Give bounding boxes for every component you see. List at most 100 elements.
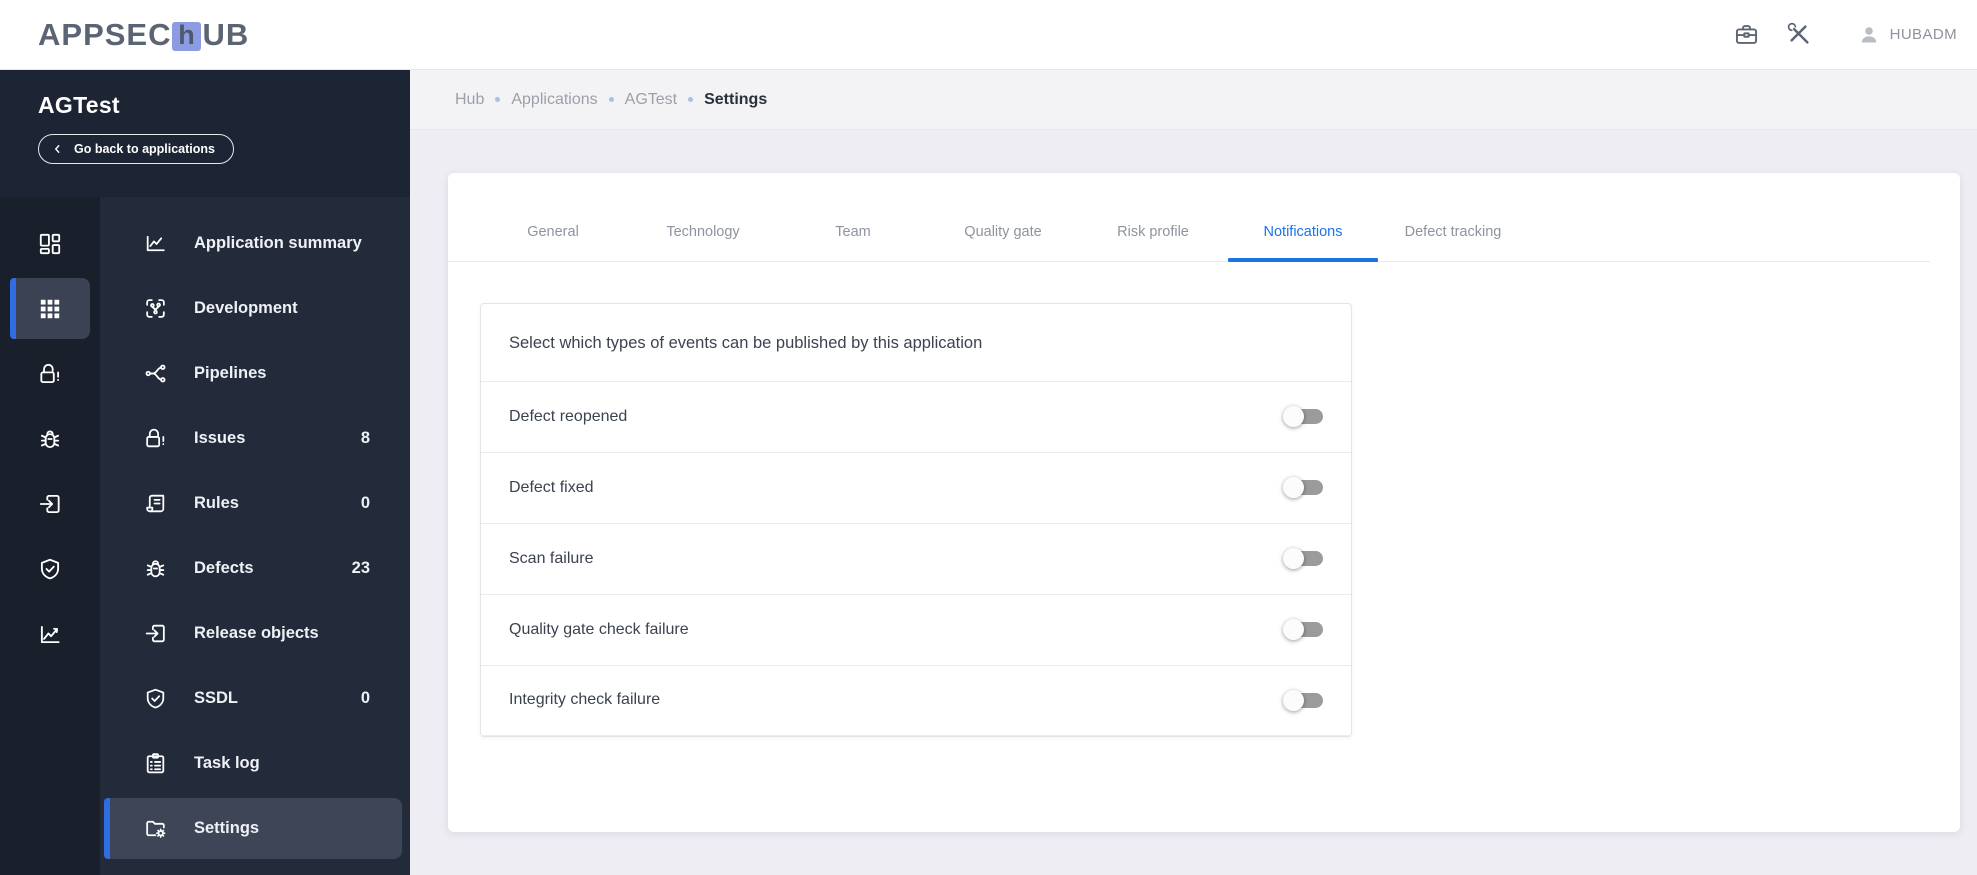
event-row-defect-fixed: Defect fixed bbox=[481, 451, 1351, 523]
sidebar-item-defects[interactable]: Defects 23 bbox=[100, 536, 410, 601]
sidebar-item-label: Issues bbox=[194, 429, 246, 447]
sidebar-item-label: Development bbox=[194, 299, 298, 317]
toggle-scan-failure[interactable] bbox=[1283, 548, 1323, 570]
sidebar-item-pipelines[interactable]: Pipelines bbox=[100, 341, 410, 406]
unlock-alert-icon bbox=[143, 426, 168, 451]
release-icon bbox=[143, 621, 168, 646]
rules-icon bbox=[143, 491, 168, 516]
go-back-button[interactable]: Go back to applications bbox=[38, 134, 234, 164]
event-label: Quality gate check failure bbox=[509, 620, 689, 638]
chart-icon bbox=[37, 621, 63, 647]
sidebar-item-application-summary[interactable]: Application summary bbox=[100, 211, 410, 276]
sidebar-body: Application summary Development Pipelines I… bbox=[0, 197, 410, 875]
user-menu[interactable]: HUBADM bbox=[1857, 23, 1957, 47]
rail-item-dashboard[interactable] bbox=[0, 211, 100, 276]
rail-item-apps-grid[interactable] bbox=[0, 276, 100, 341]
back-chevron-icon bbox=[52, 142, 64, 156]
rail-item-chart[interactable] bbox=[0, 601, 100, 666]
development-icon bbox=[143, 296, 168, 321]
event-label: Defect reopened bbox=[509, 407, 628, 425]
tab-general[interactable]: General bbox=[478, 203, 628, 261]
tab-risk-profile[interactable]: Risk profile bbox=[1078, 203, 1228, 261]
sidebar-item-issues[interactable]: Issues 8 bbox=[100, 406, 410, 471]
event-label: Defect fixed bbox=[509, 478, 594, 496]
toggle-rows: Defect reopened Defect fixed Scan failure Q… bbox=[481, 380, 1351, 736]
line-chart-icon bbox=[143, 231, 168, 256]
logo-suffix: UB bbox=[202, 16, 250, 52]
breadcrumb-item-agtest[interactable]: AGTest bbox=[625, 91, 677, 109]
sidebar-item-label: Pipelines bbox=[194, 364, 267, 382]
logo-prefix: APPSEC bbox=[38, 16, 172, 52]
breadcrumb-separator-dot bbox=[608, 97, 614, 102]
settings-panel: General Technology Team Quality gate Risk pr… bbox=[448, 173, 1960, 832]
sidebar-item-label: Application summary bbox=[194, 234, 362, 252]
sidebar-item-label: Release objects bbox=[194, 624, 319, 642]
toggle-thumb bbox=[1283, 548, 1304, 570]
sidebar-item-label: Task log bbox=[194, 754, 260, 772]
sidebar-item-badge: 8 bbox=[360, 429, 370, 447]
user-name: HUBADM bbox=[1889, 26, 1957, 43]
sidebar-item-badge: 0 bbox=[360, 494, 370, 512]
toggle-quality-gate-check-failure[interactable] bbox=[1283, 619, 1323, 641]
header-right: HUBADM bbox=[1707, 21, 1957, 48]
sidebar-item-release-objects[interactable]: Release objects bbox=[100, 601, 410, 666]
appsechub-logo: APPSEC h UB bbox=[38, 17, 249, 53]
unlock-alert-icon bbox=[37, 361, 63, 387]
toggle-defect-fixed[interactable] bbox=[1283, 477, 1323, 499]
toggle-thumb bbox=[1283, 406, 1304, 428]
breadcrumb-item-applications[interactable]: Applications bbox=[511, 91, 597, 109]
logo-h-letter: h bbox=[178, 20, 196, 51]
dashboard-icon bbox=[37, 231, 63, 257]
toggle-defect-reopened[interactable] bbox=[1283, 406, 1323, 428]
toggle-integrity-check-failure[interactable] bbox=[1283, 689, 1323, 711]
tools-icon[interactable] bbox=[1786, 21, 1813, 48]
sidebar-item-label: Rules bbox=[194, 494, 239, 512]
toggle-thumb bbox=[1283, 477, 1304, 499]
sidebar-item-label: Settings bbox=[194, 819, 260, 837]
event-row-defect-reopened: Defect reopened bbox=[481, 380, 1351, 452]
sidebar-item-rules[interactable]: Rules 0 bbox=[100, 471, 410, 536]
toggle-thumb bbox=[1283, 619, 1304, 641]
user-icon bbox=[1857, 23, 1881, 47]
event-label: Scan failure bbox=[509, 549, 594, 567]
sidebar: AGTest Go back to applications Applicati… bbox=[0, 70, 410, 875]
sidebar-header: AGTest Go back to applications bbox=[0, 70, 410, 197]
sidebar-item-label: SSDL bbox=[194, 689, 239, 707]
go-back-label: Go back to applications bbox=[74, 142, 215, 156]
icon-rail bbox=[0, 197, 100, 875]
event-row-integrity-check-failure: Integrity check failure bbox=[481, 664, 1351, 736]
sidebar-item-label: Defects bbox=[194, 559, 254, 577]
breadcrumb: Hub Applications AGTest Settings bbox=[410, 70, 1977, 130]
sidebar-menu: Application summary Development Pipelines I… bbox=[100, 197, 410, 875]
tab-notifications[interactable]: Notifications bbox=[1228, 203, 1378, 262]
tab-defect-tracking[interactable]: Defect tracking bbox=[1378, 203, 1528, 261]
notifications-card: Select which types of events can be publ… bbox=[480, 303, 1352, 737]
logo-h-square: h bbox=[172, 20, 202, 51]
sidebar-item-development[interactable]: Development bbox=[100, 276, 410, 341]
toggle-thumb bbox=[1283, 689, 1304, 711]
sidebar-item-ssdl[interactable]: SSDL 0 bbox=[100, 666, 410, 731]
sidebar-item-settings[interactable]: Settings bbox=[100, 796, 410, 861]
rail-item-release[interactable] bbox=[0, 471, 100, 536]
release-icon bbox=[37, 491, 63, 517]
breadcrumb-item-hub[interactable]: Hub bbox=[455, 91, 484, 109]
bug-icon bbox=[143, 556, 168, 581]
rail-item-unlock-alert[interactable] bbox=[0, 341, 100, 406]
breadcrumb-separator-dot bbox=[495, 97, 501, 102]
sidebar-item-task-log[interactable]: Task log bbox=[100, 731, 410, 796]
apps-grid-icon bbox=[37, 296, 63, 322]
breadcrumb-separator-dot bbox=[688, 97, 694, 102]
main-area: Hub Applications AGTest Settings General Tec… bbox=[410, 70, 1977, 875]
tab-technology[interactable]: Technology bbox=[628, 203, 778, 261]
event-row-scan-failure: Scan failure bbox=[481, 522, 1351, 594]
rail-item-bug[interactable] bbox=[0, 406, 100, 471]
rail-item-shield-check[interactable] bbox=[0, 536, 100, 601]
application-name: AGTest bbox=[38, 92, 120, 118]
tab-team[interactable]: Team bbox=[778, 203, 928, 261]
card-heading: Select which types of events can be publ… bbox=[509, 334, 983, 352]
breadcrumb-item-settings[interactable]: Settings bbox=[704, 91, 767, 109]
event-label: Integrity check failure bbox=[509, 691, 661, 709]
tab-quality-gate[interactable]: Quality gate bbox=[928, 203, 1078, 261]
briefcase-icon[interactable] bbox=[1733, 21, 1760, 48]
shield-check-icon bbox=[143, 686, 168, 711]
